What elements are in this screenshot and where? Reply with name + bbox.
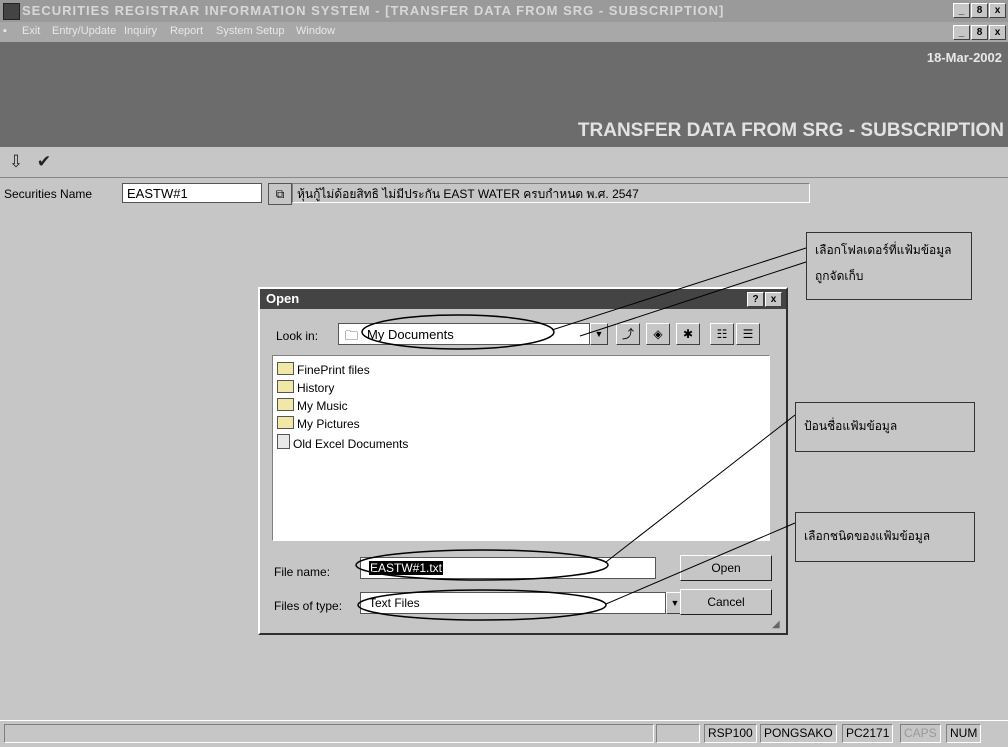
status-caps: CAPS [900, 724, 941, 743]
callout-overlay [355, 247, 807, 621]
status-user: PONGSAKO [760, 724, 837, 743]
callout-line [551, 247, 807, 331]
status-program: RSP100 [704, 724, 757, 743]
callout-line [605, 522, 796, 605]
status-num: NUM [946, 724, 982, 743]
file-name-highlight [355, 549, 609, 581]
callout-line [605, 414, 796, 563]
callout-enter-file-name: ป้อนชื่อแฟ้มข้อมูล [795, 402, 975, 452]
callout-choose-file-type: เลือกชนิดของแฟ้มข้อมูล [795, 512, 975, 562]
file-type-highlight [357, 589, 607, 621]
status-message-panel [4, 724, 654, 743]
status-bar: RSP100 PONGSAKO PC2171 CAPS NUM [0, 720, 1008, 747]
status-blank-panel [656, 724, 700, 743]
callout-line [579, 261, 807, 337]
status-terminal: PC2171 [842, 724, 894, 743]
callout-choose-folder: เลือกโฟลเดอร์ที่แฟ้มข้อมูลถูกจัดเก็บ [806, 232, 972, 300]
look-in-highlight [361, 314, 555, 350]
